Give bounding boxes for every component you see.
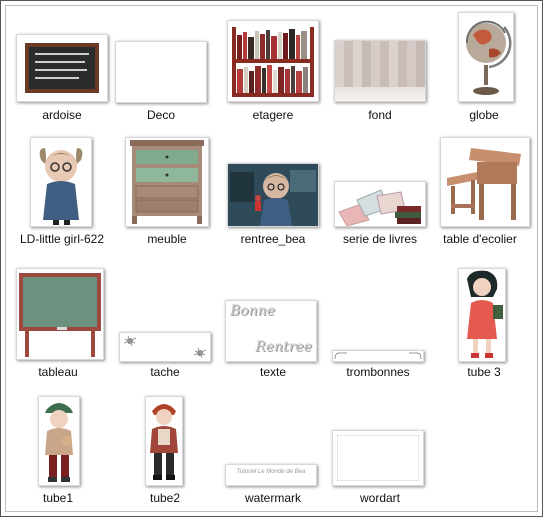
file-label: etagere bbox=[252, 108, 294, 122]
bonne-rentree-text-icon: Bonne Rentree bbox=[225, 300, 317, 362]
file-item-tube2[interactable]: tube2 bbox=[115, 396, 219, 516]
boy-green-cap-icon bbox=[38, 396, 80, 486]
watermark-text: Tutoriel Le Monde de Bea bbox=[236, 469, 306, 475]
file-label: rentree_bea bbox=[240, 232, 306, 246]
globe-icon bbox=[458, 12, 514, 102]
file-item-serie-de-livres[interactable]: serie de livres bbox=[328, 137, 432, 257]
paper-clips-icon bbox=[332, 350, 424, 362]
file-label: ardoise bbox=[42, 108, 82, 122]
file-label: tableau bbox=[38, 365, 78, 379]
file-item-watermark[interactable]: Tutoriel Le Monde de Bea watermark bbox=[221, 396, 325, 516]
file-item-tableau[interactable]: tableau bbox=[10, 268, 114, 388]
file-label: tache bbox=[150, 365, 180, 379]
file-label: table d'ecolier bbox=[443, 232, 517, 246]
file-label: meuble bbox=[147, 232, 187, 246]
file-label: globe bbox=[469, 108, 499, 122]
file-label: texte bbox=[259, 365, 286, 379]
file-item-etagere[interactable]: etagere bbox=[221, 12, 325, 132]
file-item-wordart[interactable]: wordart bbox=[328, 396, 432, 516]
file-item-rentree-bea[interactable]: rentree_bea bbox=[221, 137, 325, 257]
file-label: trombonnes bbox=[346, 365, 410, 379]
file-item-fond[interactable]: fond bbox=[328, 12, 432, 132]
girl-red-coat-icon bbox=[458, 268, 506, 362]
file-item-little-girl[interactable]: LD-little girl-622 bbox=[10, 137, 114, 257]
file-item-tache[interactable]: tache bbox=[115, 268, 219, 388]
file-item-texte[interactable]: Bonne Rentree texte bbox=[221, 268, 325, 388]
file-label: watermark bbox=[244, 491, 301, 505]
file-label: fond bbox=[368, 108, 392, 122]
ink-stain-icon bbox=[119, 332, 211, 362]
file-item-deco[interactable]: Deco bbox=[115, 12, 219, 132]
boy-red-hair-icon bbox=[145, 396, 183, 486]
chalkboard-slate-icon bbox=[16, 34, 108, 102]
file-label: tube 3 bbox=[467, 365, 501, 379]
watermark-icon: Tutoriel Le Monde de Bea bbox=[225, 464, 317, 486]
wordart-frame-icon bbox=[332, 430, 424, 486]
books-stack-icon bbox=[334, 181, 426, 227]
file-item-table-decolier[interactable]: table d'ecolier bbox=[432, 137, 536, 257]
file-item-trombonnes[interactable]: trombonnes bbox=[328, 268, 432, 388]
file-item-ardoise[interactable]: ardoise bbox=[10, 12, 114, 132]
texte-line2: Rentree bbox=[255, 339, 312, 355]
file-label: tube1 bbox=[42, 491, 74, 505]
bookshelf-icon bbox=[227, 20, 319, 102]
school-desk-icon bbox=[440, 137, 530, 227]
green-chalkboard-icon bbox=[16, 268, 104, 360]
file-item-tube3[interactable]: tube 3 bbox=[432, 268, 536, 388]
file-item-meuble[interactable]: meuble bbox=[115, 137, 219, 257]
file-item-tube1[interactable]: tube1 bbox=[10, 396, 114, 516]
file-label: tube2 bbox=[149, 491, 181, 505]
file-label: wordart bbox=[359, 491, 400, 505]
dresser-icon bbox=[125, 137, 209, 227]
classroom-scene-icon bbox=[227, 163, 319, 227]
wood-floor-background-icon bbox=[334, 40, 426, 102]
blank-image-icon bbox=[115, 41, 207, 103]
file-item-globe[interactable]: globe bbox=[432, 12, 536, 132]
file-label: Deco bbox=[146, 108, 175, 122]
texte-line1: Bonne bbox=[230, 303, 276, 319]
file-label: LD-little girl-622 bbox=[19, 232, 105, 246]
file-label: serie de livres bbox=[342, 232, 418, 246]
little-girl-tube-icon bbox=[30, 137, 92, 227]
